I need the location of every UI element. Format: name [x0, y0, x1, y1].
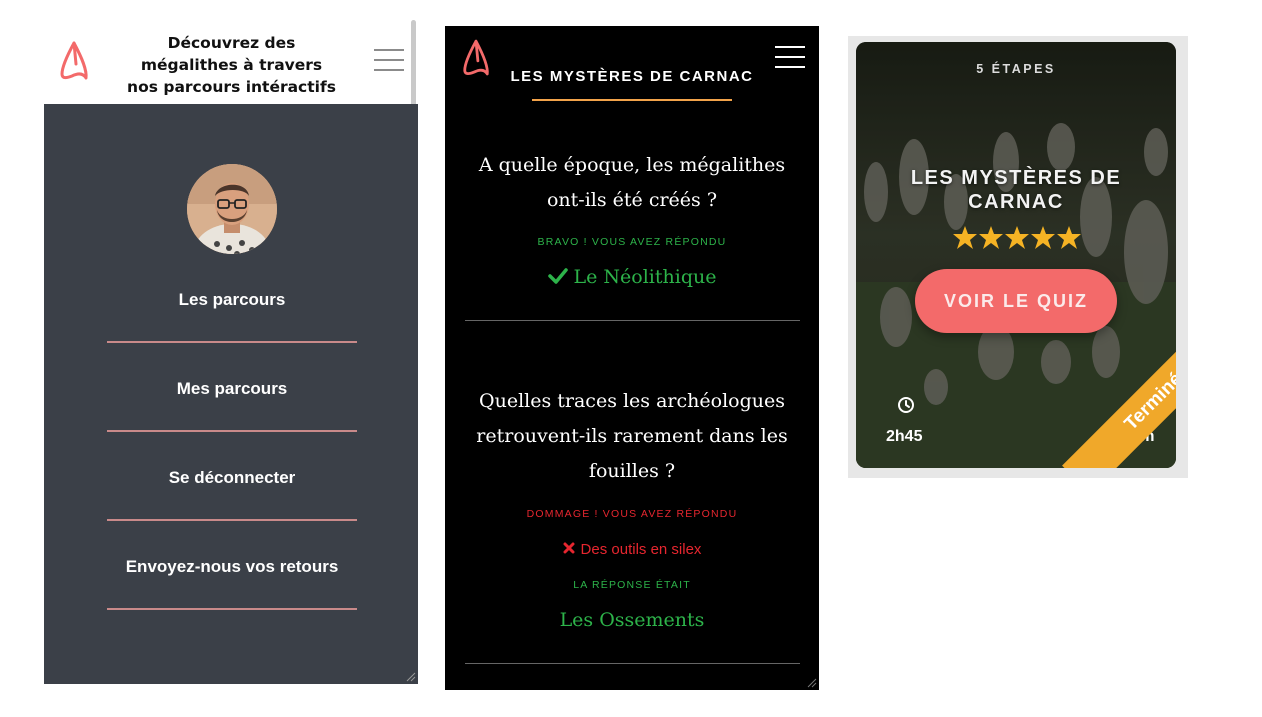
logo-icon[interactable] — [461, 38, 491, 78]
avatar[interactable] — [187, 164, 277, 254]
menu-divider — [107, 430, 357, 432]
quiz-title: LES MYSTÈRES DE CARNAC — [510, 68, 754, 85]
given-answer: Des outils en silex — [465, 541, 799, 558]
tagline: Découvrez des mégalithes à travers nos p… — [127, 34, 336, 96]
header: Découvrez des mégalithes à travers nos p… — [44, 20, 418, 104]
tour-card[interactable]: 5 ÉTAPES LES MYSTÈRES DE CARNAC VOIR LE … — [856, 42, 1176, 468]
menu-divider — [107, 341, 357, 343]
menu-item-envoyez-retours[interactable]: Envoyez-nous vos retours — [107, 557, 357, 577]
side-menu: Les parcours Mes parcours Se déconnecter… — [44, 104, 418, 684]
card-title: LES MYSTÈRES DE CARNAC — [910, 167, 1122, 213]
duration: 2h45 — [886, 428, 923, 445]
menu-item-se-deconnecter[interactable]: Se déconnecter — [107, 468, 357, 488]
menu-panel: Découvrez des mégalithes à travers nos p… — [44, 20, 418, 684]
star-icon — [1057, 226, 1081, 249]
question-divider — [465, 320, 800, 321]
resize-grip-icon[interactable] — [406, 672, 416, 682]
menu-divider — [107, 608, 357, 610]
menu-item-mes-parcours[interactable]: Mes parcours — [107, 379, 357, 399]
menu-item-les-parcours[interactable]: Les parcours — [107, 290, 357, 310]
check-icon — [547, 268, 568, 284]
tour-card-container: 5 ÉTAPES LES MYSTÈRES DE CARNAC VOIR LE … — [848, 36, 1188, 478]
quiz-panel: LES MYSTÈRES DE CARNAC A quelle époque, … — [445, 26, 819, 690]
logo-icon[interactable] — [58, 40, 90, 82]
given-answer-text: Le Néolithique — [573, 266, 717, 288]
hamburger-menu-icon[interactable] — [775, 46, 805, 68]
cross-icon — [563, 542, 575, 554]
title-underline — [532, 99, 732, 101]
menu-divider — [107, 519, 357, 521]
resize-grip-icon[interactable] — [807, 678, 817, 688]
correct-answer-label: LA RÉPONSE ÉTAIT — [573, 579, 691, 591]
user-portrait — [187, 164, 277, 254]
given-answer: Le Néolithique — [465, 266, 799, 288]
star-icon — [953, 226, 977, 249]
answer-status: BRAVO ! VOUS AVEZ RÉPONDU — [537, 236, 727, 248]
correct-answer: Les Ossements — [559, 609, 705, 631]
star-icon — [1031, 226, 1055, 249]
given-answer-text: Des outils en silex — [580, 541, 702, 558]
question-text: Quelles traces les archéologues retrouve… — [476, 390, 788, 482]
star-icon — [1005, 226, 1029, 249]
question-divider — [465, 663, 800, 664]
hamburger-menu-icon[interactable] — [374, 49, 404, 71]
question-text: A quelle époque, les mégalithes ont-ils … — [478, 154, 786, 211]
rating-stars — [953, 226, 1081, 249]
star-icon — [979, 226, 1003, 249]
clock-icon — [898, 397, 914, 413]
steps-count: 5 ÉTAPES — [976, 62, 1056, 76]
voir-le-quiz-button[interactable]: VOIR LE QUIZ — [915, 269, 1117, 333]
answer-status: DOMMAGE ! VOUS AVEZ RÉPONDU — [526, 508, 738, 520]
